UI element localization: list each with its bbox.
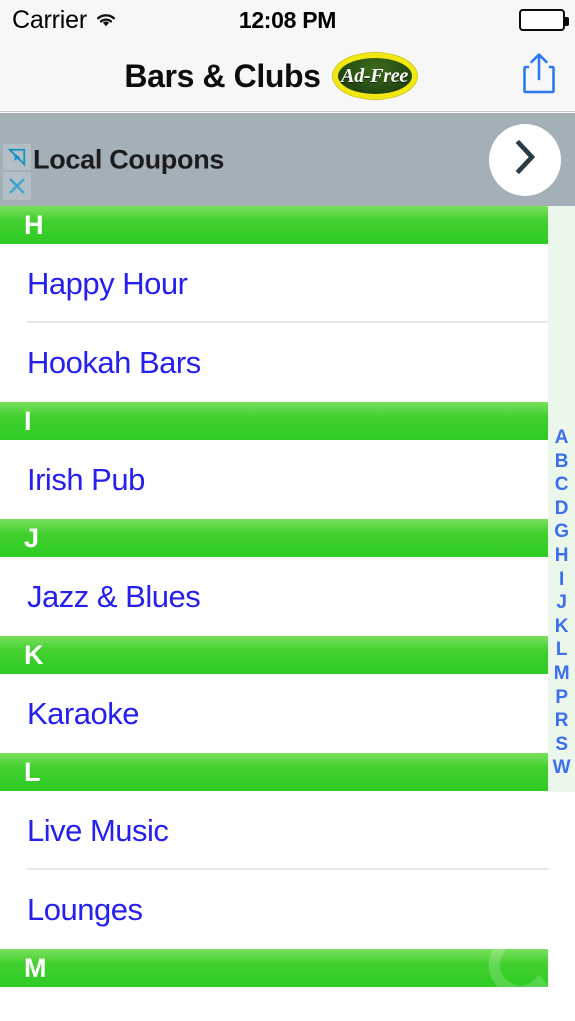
share-icon: [522, 52, 556, 99]
index-letter-s[interactable]: S: [555, 733, 568, 757]
nav-title-group: Bars & Clubs Ad-Free: [0, 40, 575, 112]
index-letter-r[interactable]: R: [555, 709, 569, 733]
index-letter-h[interactable]: H: [555, 544, 569, 568]
status-bar-clock: 12:08 PM: [238, 6, 337, 33]
ad-free-badge-label: Ad-Free: [341, 64, 408, 87]
index-letter-j[interactable]: J: [556, 591, 567, 615]
share-button[interactable]: [517, 50, 561, 102]
app-root: Carrier 12:08 PM Bars & Clubs Ad-Free Lo…: [0, 0, 575, 1021]
section-header-i: I: [0, 402, 548, 440]
index-letter-c[interactable]: C: [555, 473, 569, 497]
list-item[interactable]: Hookah Bars: [0, 323, 575, 402]
close-icon[interactable]: [3, 172, 31, 200]
index-letter-k[interactable]: K: [555, 615, 569, 639]
list-item[interactable]: Irish Pub: [0, 440, 575, 519]
list-item-label: Jazz & Blues: [27, 578, 201, 614]
index-letter-m[interactable]: M: [554, 662, 570, 686]
ad-banner-label: Local Coupons: [33, 144, 225, 174]
list-item-label: Lounges: [27, 891, 143, 927]
section-header-m: M: [0, 949, 548, 987]
list-item[interactable]: Jazz & Blues: [0, 557, 575, 636]
section-header-j: J: [0, 519, 548, 557]
section-letter: I: [24, 405, 32, 436]
list-item[interactable]: Live Music: [0, 791, 575, 870]
index-letter-l[interactable]: L: [556, 638, 568, 662]
index-letter-g[interactable]: G: [554, 520, 569, 544]
status-bar-right: [519, 0, 569, 40]
index-letter-b[interactable]: B: [555, 450, 569, 474]
status-bar: Carrier 12:08 PM: [0, 0, 575, 40]
list-item-label: Hookah Bars: [27, 344, 201, 380]
ad-banner[interactable]: Local Coupons: [0, 113, 575, 206]
page-title: Bars & Clubs: [124, 57, 321, 94]
section-header-k: K: [0, 636, 548, 674]
index-letter-w[interactable]: W: [553, 756, 571, 780]
section-letter: H: [24, 209, 44, 240]
index-letter-a[interactable]: A: [555, 426, 569, 450]
list-item[interactable]: Lounges: [0, 870, 575, 949]
section-letter: J: [24, 522, 39, 553]
list-item-label: Karaoke: [27, 695, 139, 731]
list-item-label: Live Music: [27, 812, 169, 848]
section-header-l: L: [0, 753, 548, 791]
navigation-bar: Bars & Clubs Ad-Free: [0, 40, 575, 112]
battery-full-icon: [519, 9, 569, 31]
list-item-label: Irish Pub: [27, 461, 145, 497]
index-letter-p[interactable]: P: [555, 686, 568, 710]
section-letter: M: [24, 952, 47, 983]
list-item-label: Happy Hour: [27, 265, 188, 301]
category-list[interactable]: H Happy Hour Hookah Bars I Irish Pub J J…: [0, 206, 575, 1021]
index-letter-d[interactable]: D: [555, 497, 569, 521]
alphabet-index-bar[interactable]: A B C D G H I J K L M P R S W: [548, 206, 575, 792]
section-header-h: H: [0, 206, 548, 244]
section-letter: L: [24, 756, 41, 787]
list-item[interactable]: Karaoke: [0, 674, 575, 753]
section-letter: K: [24, 639, 44, 670]
adchoices-icon[interactable]: [3, 144, 31, 170]
ad-free-badge[interactable]: Ad-Free: [332, 53, 417, 99]
list-item[interactable]: Happy Hour: [0, 244, 575, 323]
index-letter-i[interactable]: I: [559, 568, 564, 592]
svg-text:GPH: GPH: [483, 987, 539, 1017]
ad-cta-button[interactable]: [489, 123, 561, 196]
chevron-right-icon: [512, 139, 538, 180]
